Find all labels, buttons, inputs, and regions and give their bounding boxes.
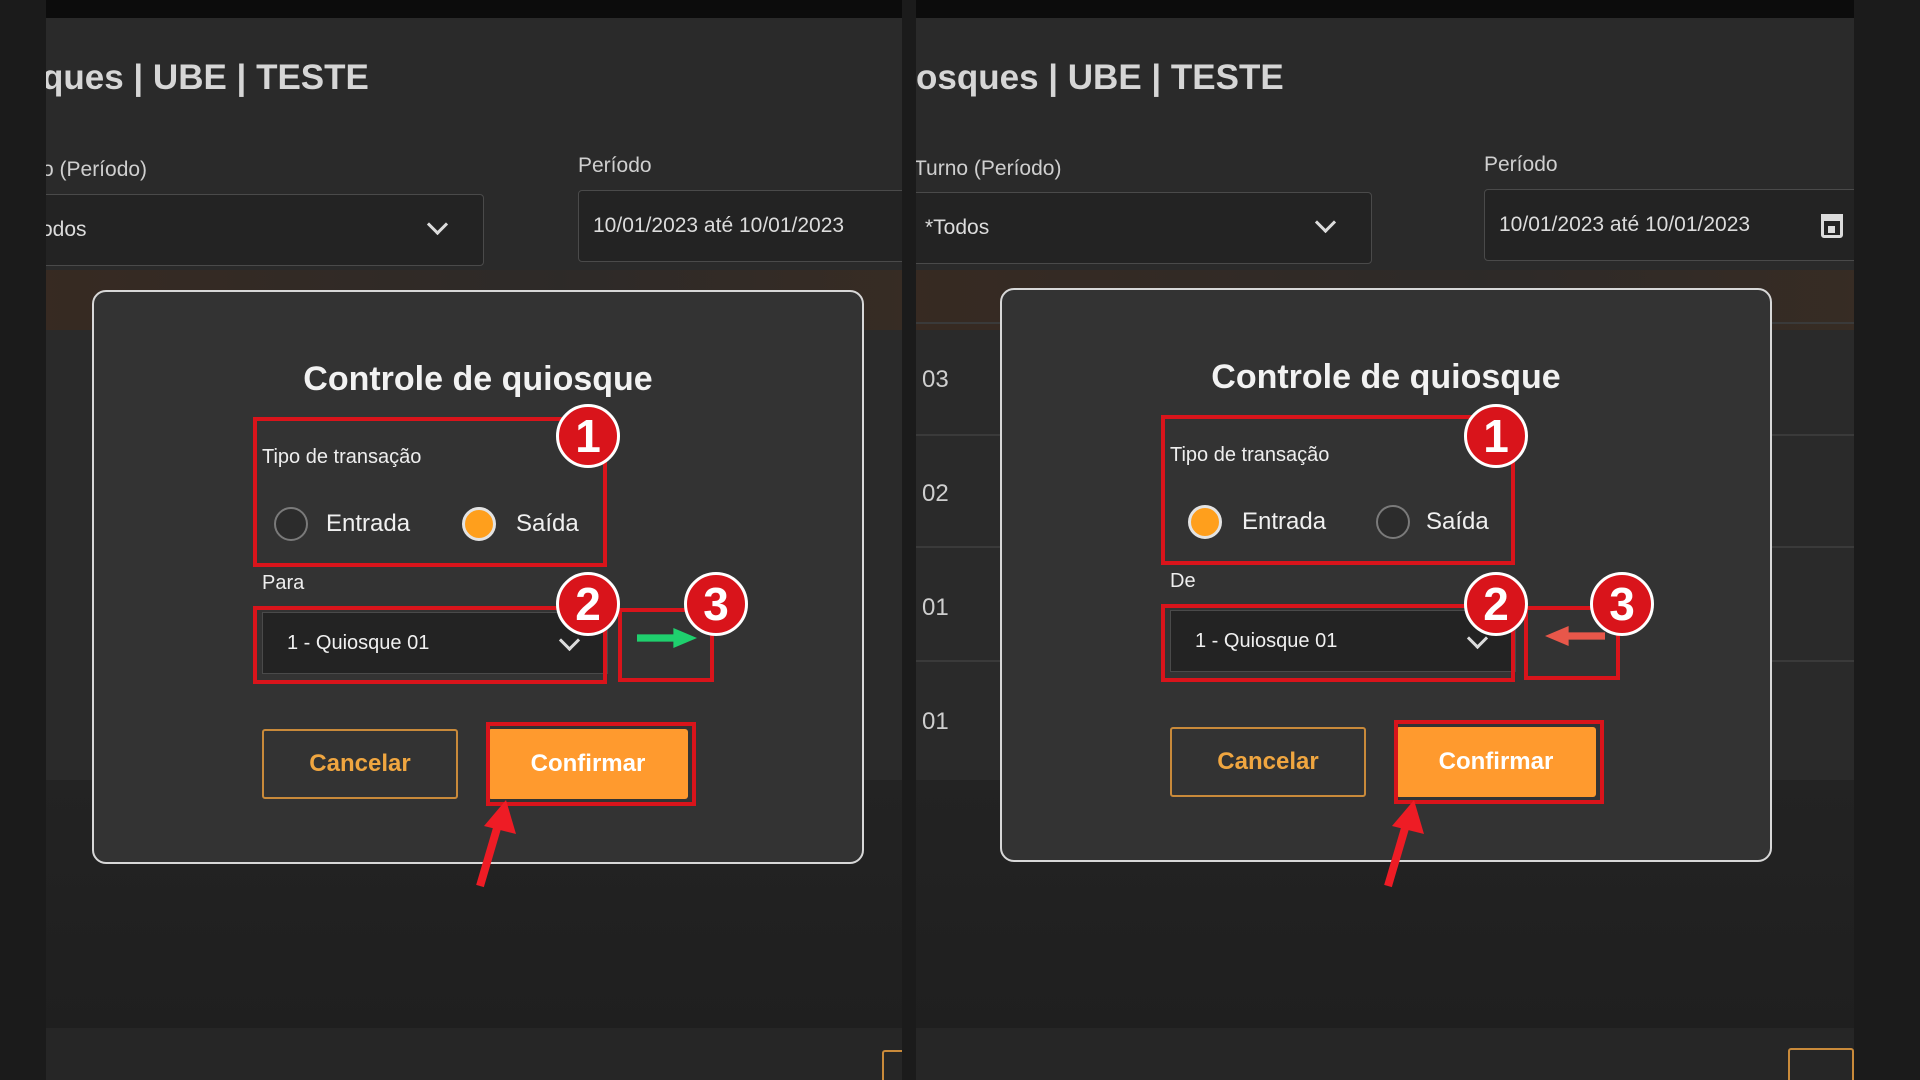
pointer-arrow-icon	[476, 800, 516, 888]
row-value: 02	[922, 480, 949, 507]
step-badge-1: 1	[1464, 404, 1528, 468]
pointer-arrow-icon	[1384, 800, 1424, 888]
page-title: osques | UBE | TESTE	[916, 58, 1284, 97]
highlight-kiosk-select	[253, 606, 607, 684]
footer-band	[916, 1028, 1854, 1080]
page-title: ques | UBE | TESTE	[46, 58, 369, 97]
chevron-down-icon	[426, 213, 449, 236]
highlight-kiosk-select	[1161, 604, 1515, 682]
row-value: 01	[922, 594, 949, 621]
highlight-confirm-button	[486, 722, 696, 806]
periodo-field[interactable]: 10/01/2023 até 10/01/2023	[578, 190, 902, 262]
cancel-button[interactable]: Cancelar	[1170, 727, 1366, 797]
periodo-value: 10/01/2023 até 10/01/2023	[593, 214, 845, 237]
step-badge-1: 1	[556, 404, 620, 468]
left-screenshot-panel: ques | UBE | TESTE o (Período) odos Perí…	[46, 0, 902, 1080]
modal-title: Controle de quiosque	[1211, 358, 1561, 396]
kiosk-label: Para	[262, 572, 305, 594]
right-screenshot-panel: osques | UBE | TESTE Turno (Período) *To…	[916, 0, 1854, 1080]
highlight-transaction-type	[253, 417, 607, 567]
kiosk-label: De	[1170, 570, 1196, 592]
calendar-icon[interactable]	[1821, 214, 1843, 238]
row-value: 01	[922, 708, 949, 735]
turno-select[interactable]: odos	[46, 194, 484, 266]
periodo-field[interactable]: 10/01/2023 até 10/01/2023	[1484, 189, 1854, 261]
turno-select[interactable]: *Todos	[916, 192, 1372, 264]
modal-title: Controle de quiosque	[303, 360, 653, 398]
turno-value: odos	[46, 218, 87, 241]
step-badge-3: 3	[684, 572, 748, 636]
cancel-button[interactable]: Cancelar	[262, 729, 458, 799]
kiosk-control-modal: Controle de quiosque Tipo de transação E…	[92, 290, 864, 864]
highlight-transaction-type	[1161, 415, 1515, 565]
periodo-label: Período	[578, 154, 652, 177]
turno-label: Turno (Período)	[916, 157, 1062, 180]
corner-button[interactable]	[1788, 1048, 1854, 1080]
turno-label: o (Período)	[46, 158, 148, 181]
kiosk-control-modal: Controle de quiosque Tipo de transação E…	[1000, 288, 1772, 862]
top-bar	[46, 0, 902, 18]
corner-button[interactable]	[882, 1050, 902, 1080]
highlight-confirm-button	[1394, 720, 1604, 804]
step-badge-2: 2	[556, 572, 620, 636]
step-badge-2: 2	[1464, 572, 1528, 636]
footer-band	[46, 1028, 902, 1080]
row-value: 03	[922, 366, 949, 393]
top-bar	[916, 0, 1854, 18]
chevron-down-icon	[1314, 211, 1337, 234]
periodo-label: Período	[1484, 153, 1558, 176]
periodo-value: 10/01/2023 até 10/01/2023	[1499, 213, 1751, 236]
step-badge-3: 3	[1590, 572, 1654, 636]
turno-value: *Todos	[925, 216, 990, 239]
